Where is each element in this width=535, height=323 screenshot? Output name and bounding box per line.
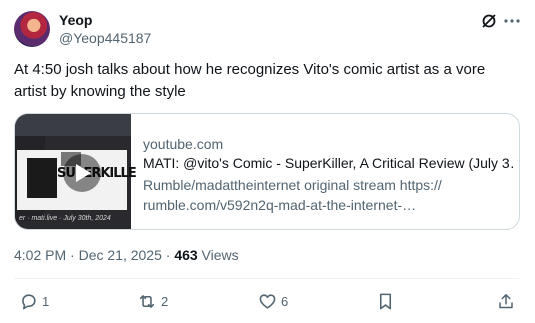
play-icon[interactable]	[63, 154, 101, 192]
avatar[interactable]	[14, 11, 50, 47]
retweet-button[interactable]: 2	[137, 291, 168, 311]
card-title: MATI: @vito's Comic - SuperKiller, A Cri…	[143, 155, 513, 171]
timestamp-text[interactable]: 4:02 PM · Dec 21, 2025 ·	[14, 247, 174, 263]
video-thumbnail[interactable]: SUPERKILLE er · mati.live · July 30th, 2…	[15, 114, 137, 229]
tweet-timestamp: 4:02 PM · Dec 21, 2025 · 463 Views	[14, 247, 239, 263]
reply-count: 1	[42, 293, 50, 309]
share-icon	[499, 293, 513, 308]
like-icon	[259, 293, 276, 309]
share-button[interactable]	[497, 291, 515, 311]
link-card[interactable]: SUPERKILLE er · mati.live · July 30th, 2…	[14, 113, 520, 230]
like-count: 6	[281, 293, 289, 309]
views-label: Views	[197, 247, 239, 263]
more-icon[interactable]	[503, 12, 521, 30]
thumbnail-header	[15, 114, 131, 136]
thumbnail-footer: er · mati.live · July 30th, 2024	[19, 215, 111, 222]
grok-icon[interactable]	[480, 12, 498, 30]
retweet-count: 2	[161, 293, 169, 309]
user-handle[interactable]: @Yeop445187	[59, 30, 151, 46]
like-button[interactable]: 6	[258, 291, 288, 311]
views-count: 463	[174, 247, 198, 263]
display-name[interactable]: Yeop	[59, 12, 92, 28]
bookmark-icon	[379, 293, 392, 309]
bookmark-button[interactable]	[377, 291, 394, 311]
divider	[14, 278, 519, 279]
reply-button[interactable]: 1	[19, 291, 49, 311]
tweet-text: At 4:50 josh talks about how he recogniz…	[14, 61, 486, 100]
comic-panel	[27, 158, 57, 198]
retweet-icon	[139, 294, 155, 308]
reply-icon	[22, 293, 36, 309]
card-description: Rumble/madattheinternet original stream …	[143, 177, 442, 213]
card-domain: youtube.com	[143, 136, 224, 152]
